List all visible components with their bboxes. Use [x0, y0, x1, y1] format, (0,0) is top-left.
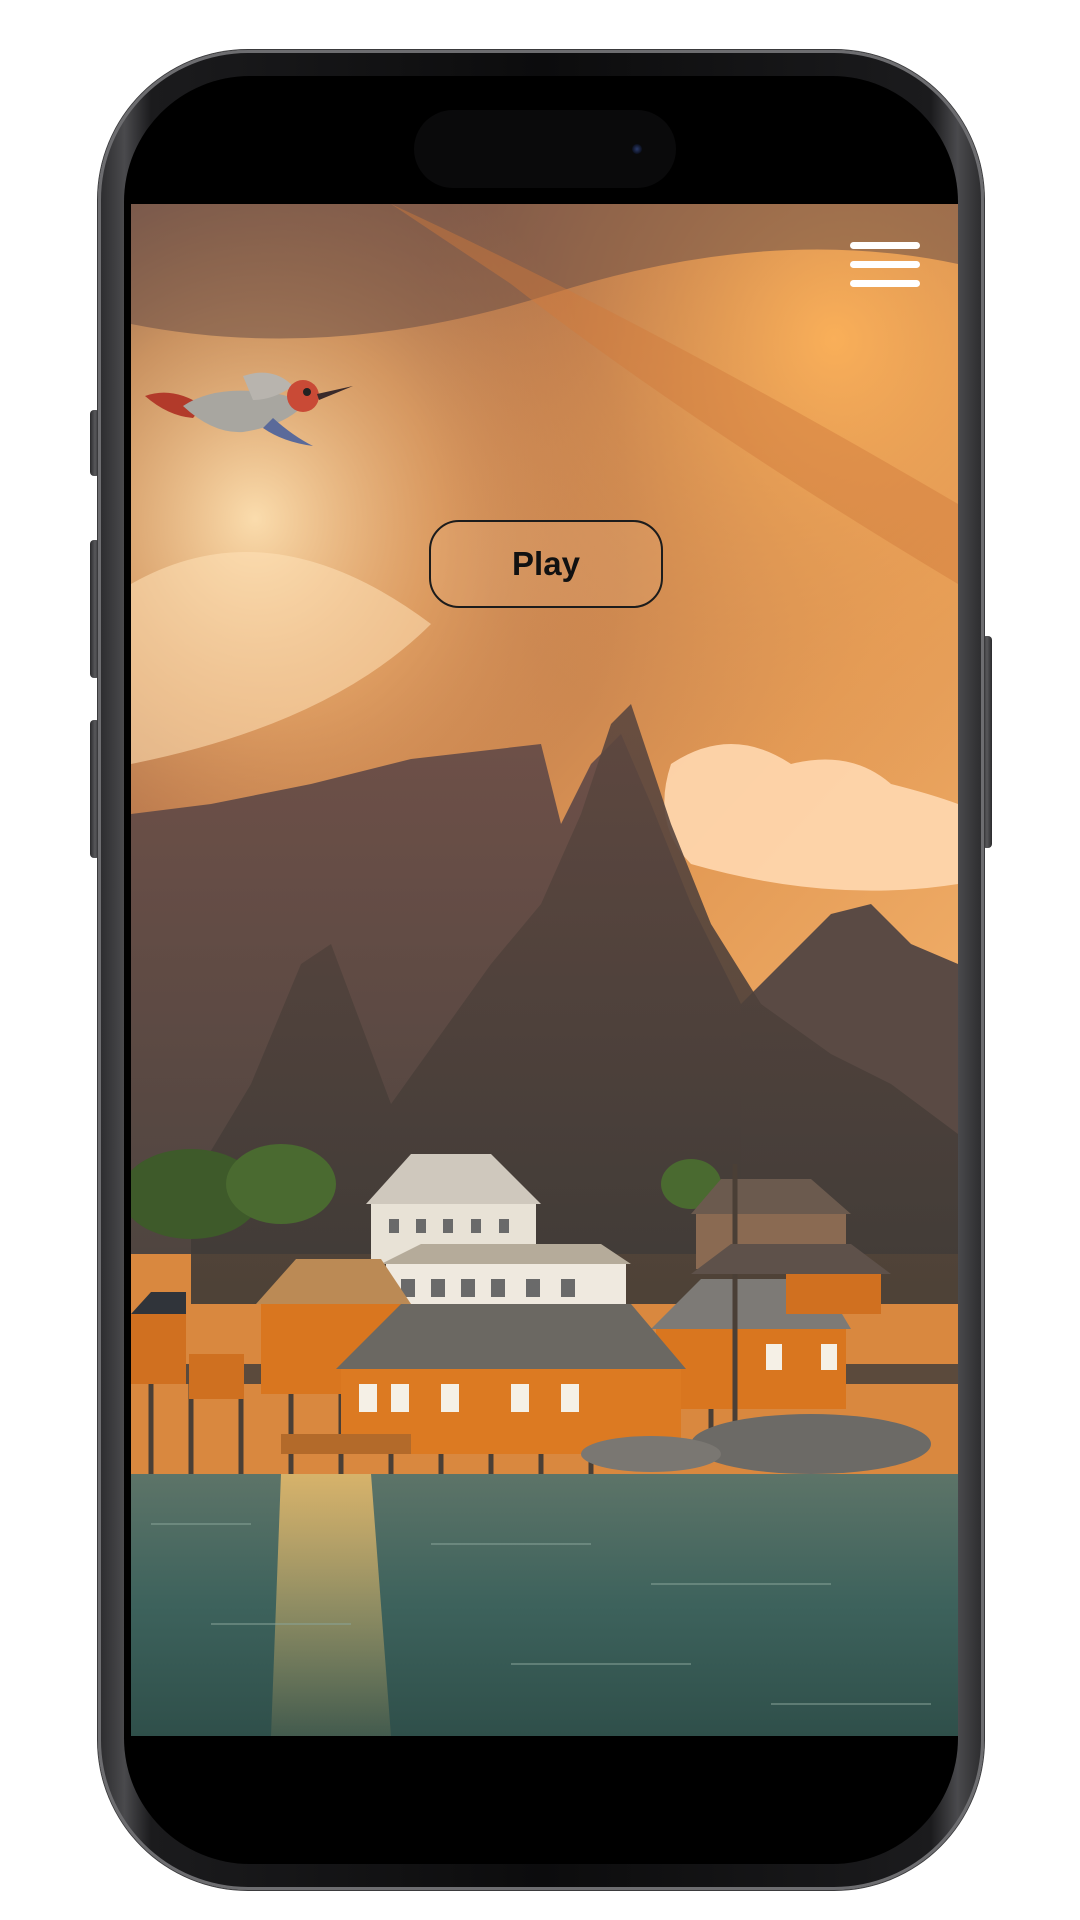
hummingbird-icon [145, 372, 353, 446]
dynamic-island [414, 110, 676, 188]
front-camera-icon [632, 144, 642, 154]
menu-line-bottom [850, 280, 920, 287]
menu-line-middle [850, 261, 920, 268]
menu-line-top [850, 242, 920, 249]
hamburger-menu-icon[interactable] [850, 238, 920, 292]
stage: Play [0, 0, 1080, 1920]
play-button[interactable]: Play [429, 520, 663, 608]
app-screen: Play [131, 204, 958, 1736]
